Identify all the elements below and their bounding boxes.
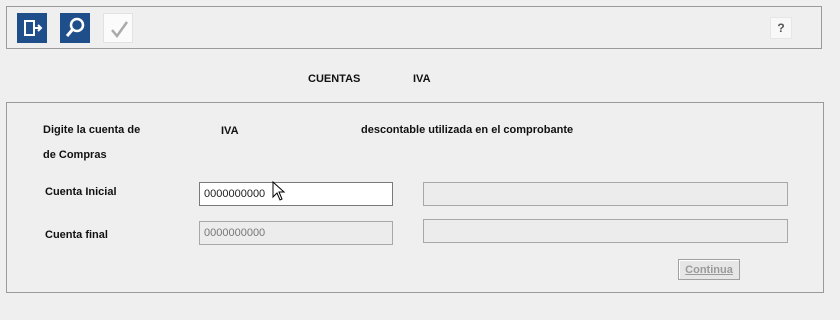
cuenta-inicial-description (423, 182, 788, 206)
continue-button[interactable]: Continua (678, 259, 740, 280)
exit-door-icon (24, 20, 43, 36)
cuenta-final-label: Cuenta final (45, 229, 108, 241)
help-button[interactable]: ? (770, 17, 792, 39)
prompt-text-iva: IVA (221, 125, 239, 137)
exit-button[interactable] (17, 13, 47, 43)
cuenta-final-input[interactable] (199, 221, 393, 245)
accept-button[interactable] (103, 13, 133, 43)
search-icon (65, 17, 85, 37)
cuenta-inicial-label: Cuenta Inicial (45, 186, 117, 198)
search-button[interactable] (60, 13, 90, 43)
heading-cuentas: CUENTAS (308, 73, 361, 85)
prompt-text-start: Digite la cuenta de (43, 124, 141, 136)
prompt-text-end: descontable utilizada en el comprobante (361, 124, 574, 136)
mouse-pointer-icon (272, 181, 286, 201)
toolbar: ? (6, 6, 822, 49)
checkmark-icon (111, 21, 129, 39)
cuenta-inicial-input[interactable] (199, 182, 393, 206)
prompt-text-line2: de Compras (43, 149, 107, 161)
cuenta-final-description (423, 219, 788, 243)
heading-iva: IVA (413, 73, 431, 85)
